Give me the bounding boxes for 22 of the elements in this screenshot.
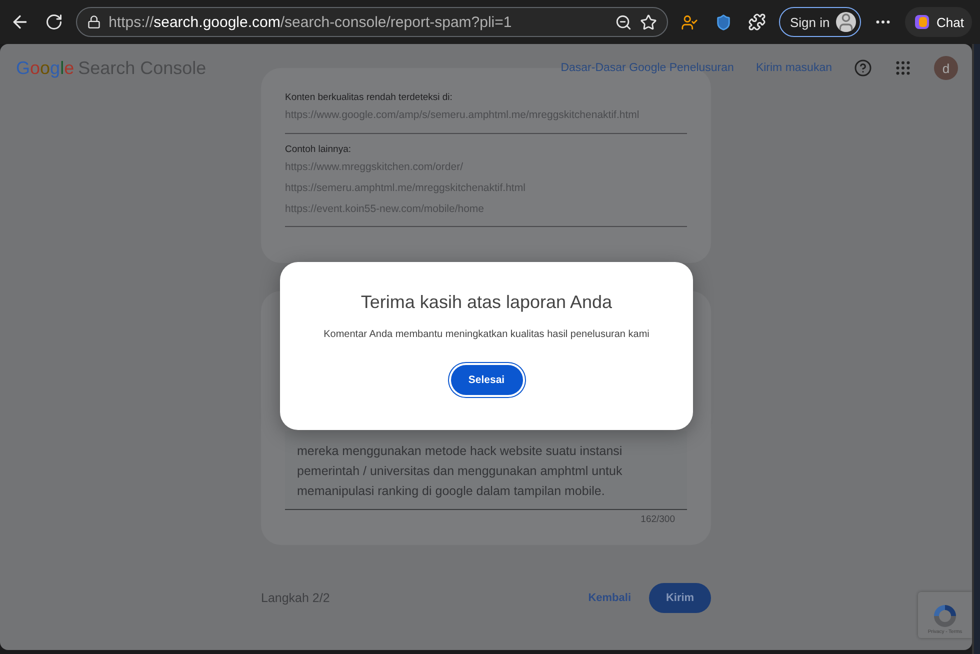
apps-grid-icon[interactable] [894,59,912,77]
detected-label: Konten berkualitas rendah terdeteksi di: [285,92,454,103]
help-icon[interactable] [854,59,872,77]
favorite-star-icon[interactable] [640,14,657,30]
lock-icon [86,15,101,29]
recaptcha-icon [932,603,958,629]
account-avatar[interactable]: d [934,56,958,80]
chat-button[interactable]: Chat [904,7,972,37]
sign-in-button[interactable]: Sign in [778,7,861,37]
dialog-message: Komentar Anda membantu meningkatkan kualitas hasil penelusuran kami [324,329,650,340]
zoom-out-icon[interactable] [614,14,632,30]
chat-logo-icon [912,13,931,31]
url-text: https://search.google.com/search-console/report-spam?pli=1 [108,14,513,30]
header-link[interactable]: Dasar-Dasar Google Penelusuran [560,62,734,74]
dialog-title: Terima kasih atas laporan Anda [360,292,612,313]
done-button[interactable]: Selesai [450,365,522,395]
profile-avatar-icon [836,12,856,32]
submit-button[interactable]: Kirim [649,583,711,613]
header-link[interactable]: Kirim masukan [756,62,832,74]
character-counter: 162/300 [640,514,675,525]
address-bar[interactable]: https://search.google.com/search-console/report-spam?pli=1 [76,7,668,37]
examples-label: Contoh lainnya: [285,144,352,155]
